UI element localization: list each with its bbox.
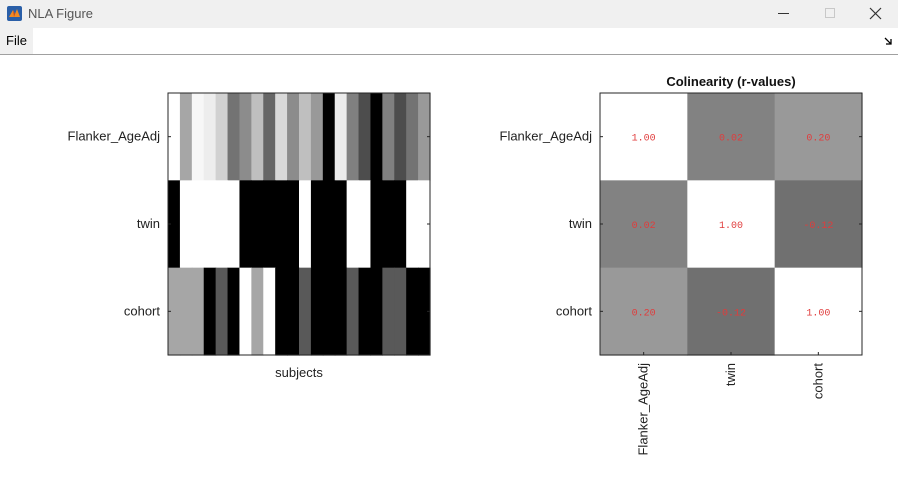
matrix-cell [406, 180, 419, 269]
matrix-cell [191, 180, 205, 269]
matrix-cell [358, 180, 372, 269]
cell-value-label: 0.20 [806, 134, 830, 145]
matrix-cell [299, 180, 312, 269]
matrix-cell [382, 180, 395, 269]
x-tick-label: twin [723, 363, 738, 386]
matrix-cell [203, 93, 217, 181]
cell-value-label: 1.00 [719, 221, 743, 232]
matrix-cell [406, 267, 419, 356]
matrix-cell [263, 93, 276, 181]
cell-value-label: 0.20 [632, 308, 656, 319]
matrix-cell [227, 267, 241, 356]
cell-value-label: -0.12 [803, 221, 833, 232]
y-tick-label: twin [137, 216, 160, 231]
cell-value-label: 0.02 [632, 221, 656, 232]
matrix-cell [322, 267, 336, 356]
matrix-cell [334, 180, 348, 269]
y-tick-label: Flanker_AgeAdj [500, 129, 593, 144]
matrix-cell [310, 180, 324, 269]
matrix-cell [227, 180, 241, 269]
matrix-cell [215, 93, 229, 181]
matrix-cell [275, 267, 288, 356]
y-tick-label: cohort [556, 303, 593, 318]
data-matrix-axes: Flanker_AgeAdjtwin cohort subjects [68, 92, 431, 380]
x-tick-label: cohort [810, 363, 825, 400]
matrix-cell [370, 93, 383, 181]
matrix-cell [215, 267, 229, 356]
matrix-cell [275, 93, 288, 181]
matrix-cell [346, 180, 360, 269]
matrix-cell [346, 267, 360, 356]
matrix-cell [406, 93, 419, 181]
matrix-cell [215, 180, 229, 269]
matrix-cell [263, 267, 276, 356]
matrix-cell [179, 93, 193, 181]
matrix-cell [322, 180, 336, 269]
matrix-cell [334, 93, 348, 181]
colinearity-axes: 1.00 0.02 0.20 0.02 1.00 -0.12 0.20 -0.12 1.00 Fl… [500, 74, 863, 456]
matrix-cell [227, 93, 241, 181]
matrix-cell [322, 93, 336, 181]
matrix-cell [382, 267, 395, 356]
matrix-cell [299, 93, 312, 181]
x-axis-label: subjects [275, 365, 323, 380]
matrix-cell [358, 267, 372, 356]
matrix-cell [299, 267, 312, 356]
y-tick-label: twin [569, 216, 592, 231]
cell-value-label: 1.00 [806, 308, 830, 319]
matrix-cell [251, 180, 264, 269]
chart-title: Colinearity (r-values) [666, 74, 795, 89]
matrix-cell [191, 267, 205, 356]
matrix-cell [394, 180, 407, 269]
y-tick-label: Flanker_AgeAdj [68, 129, 161, 144]
matrix-cell [287, 93, 300, 181]
matrix-cell [310, 93, 324, 181]
matrix-cell [358, 93, 372, 181]
matrix-cell [203, 267, 217, 356]
matrix-cell [179, 267, 193, 356]
y-tick-label: cohort [124, 303, 161, 318]
matrix-cell [346, 93, 360, 181]
matrix-cell [179, 180, 193, 269]
matrix-cell [370, 180, 383, 269]
matrix-cell [394, 267, 407, 356]
matrix-cell [310, 267, 324, 356]
matrix-cell [251, 93, 264, 181]
matrix-cell [239, 180, 252, 269]
matrix-cell [382, 93, 395, 181]
x-tick-label: Flanker_AgeAdj [636, 363, 651, 456]
matrix-cell [203, 180, 217, 269]
matrix-cell [263, 180, 276, 269]
cell-value-label: 0.02 [719, 134, 743, 145]
cell-value-label: -0.12 [716, 308, 746, 319]
matrix-cell [239, 93, 252, 181]
figure-canvas: Flanker_AgeAdjtwincohortsubjects 1.00 0.0… [68, 74, 863, 456]
matrix-cell [191, 93, 205, 181]
matrix-cell [334, 267, 348, 356]
matrix-cell [239, 267, 252, 356]
cell-value-label: 1.00 [632, 134, 656, 145]
matrix-cell [287, 267, 300, 356]
matrix-cell [251, 267, 264, 356]
matrix-cell [370, 267, 383, 356]
matrix-cell [275, 180, 288, 269]
matrix-cell [394, 93, 407, 181]
matrix-cell [287, 180, 300, 269]
